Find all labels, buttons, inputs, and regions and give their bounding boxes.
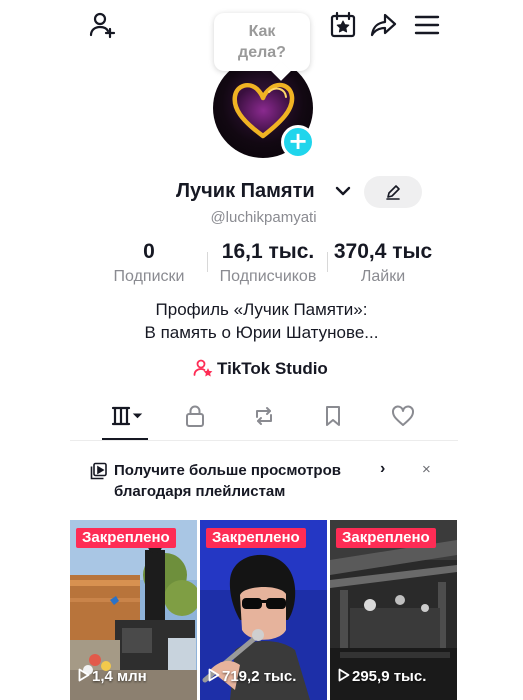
- stat-followers[interactable]: 16,1 тыс. Подписчиков: [210, 240, 326, 286]
- stat-following[interactable]: 0 Подписки: [104, 240, 194, 286]
- promo-line-1: Получите больше просмотров: [114, 462, 341, 479]
- video-grid: Закреплено 1,4 млн Закреплено 719,2 тыс.: [70, 520, 458, 700]
- view-count-text: 719,2 тыс.: [222, 668, 297, 685]
- tab-private[interactable]: [180, 403, 210, 431]
- divider: [207, 252, 208, 272]
- stat-value: 370,4 тыс: [333, 240, 433, 263]
- view-count: 719,2 тыс.: [208, 668, 296, 685]
- profile-tabs: [70, 395, 458, 441]
- playlist-icon: [90, 462, 107, 480]
- tab-favorites[interactable]: [318, 403, 348, 431]
- pinned-badge: Закреплено: [206, 528, 306, 548]
- play-icon: [78, 668, 90, 682]
- menu-icon[interactable]: [412, 10, 442, 40]
- stat-value: 0: [143, 240, 155, 263]
- stat-label: Подписчиков: [219, 268, 317, 285]
- chevron-down-icon[interactable]: [334, 182, 352, 200]
- pinned-badge: Закреплено: [76, 528, 176, 548]
- stat-label: Подписки: [113, 268, 185, 285]
- tab-liked[interactable]: [388, 403, 418, 431]
- stat-label: Лайки: [360, 268, 406, 285]
- promo-line-2: благодаря плейлистам: [114, 483, 286, 500]
- lock-icon: [186, 405, 204, 427]
- edit-profile-button[interactable]: [364, 176, 422, 208]
- calendar-star-icon[interactable]: [328, 10, 358, 40]
- chevron-right-icon[interactable]: ›: [380, 460, 385, 478]
- bubble-line-2: дела?: [238, 44, 286, 61]
- tab-reposts[interactable]: [249, 403, 279, 431]
- bio-line-2: В память о Юрии Шатунове...: [144, 323, 379, 342]
- heart-icon: [392, 405, 414, 426]
- creator-star-icon: [193, 359, 213, 377]
- share-icon[interactable]: [368, 10, 398, 40]
- bookmark-icon: [326, 406, 340, 426]
- stat-likes[interactable]: 370,4 тыс Лайки: [326, 240, 440, 286]
- pinned-badge: Закреплено: [336, 528, 436, 548]
- bubble-line-1: Как: [248, 23, 276, 40]
- play-icon: [208, 668, 220, 682]
- add-avatar-button[interactable]: +: [281, 125, 315, 159]
- tab-videos[interactable]: [108, 403, 148, 431]
- profile-bio[interactable]: Профиль «Лучик Памяти»: В память о Юрии …: [0, 298, 523, 344]
- video-thumbnail[interactable]: Закреплено 295,9 тыс.: [330, 520, 457, 700]
- grid-icon: [111, 406, 143, 426]
- stat-value: 16,1 тыс.: [221, 240, 315, 263]
- video-thumbnail[interactable]: Закреплено 1,4 млн: [70, 520, 197, 700]
- add-friend-icon[interactable]: [88, 10, 118, 40]
- play-icon: [338, 668, 350, 682]
- view-count: 295,9 тыс.: [338, 668, 426, 685]
- view-count-text: 295,9 тыс.: [352, 668, 427, 685]
- video-thumbnail[interactable]: Закреплено 719,2 тыс.: [200, 520, 327, 700]
- status-bubble[interactable]: Как дела?: [214, 13, 310, 71]
- active-tab-indicator: [102, 438, 148, 440]
- view-count: 1,4 млн: [78, 668, 147, 685]
- repost-icon: [256, 407, 272, 425]
- studio-label: TikTok Studio: [217, 359, 328, 378]
- bio-line-1: Профиль «Лучик Памяти»:: [155, 300, 368, 319]
- view-count-text: 1,4 млн: [92, 668, 147, 685]
- pencil-icon: [386, 185, 400, 200]
- profile-name[interactable]: Лучик Памяти: [176, 180, 315, 203]
- close-icon[interactable]: ×: [422, 461, 431, 478]
- profile-handle: @luchikpamyati: [210, 209, 317, 226]
